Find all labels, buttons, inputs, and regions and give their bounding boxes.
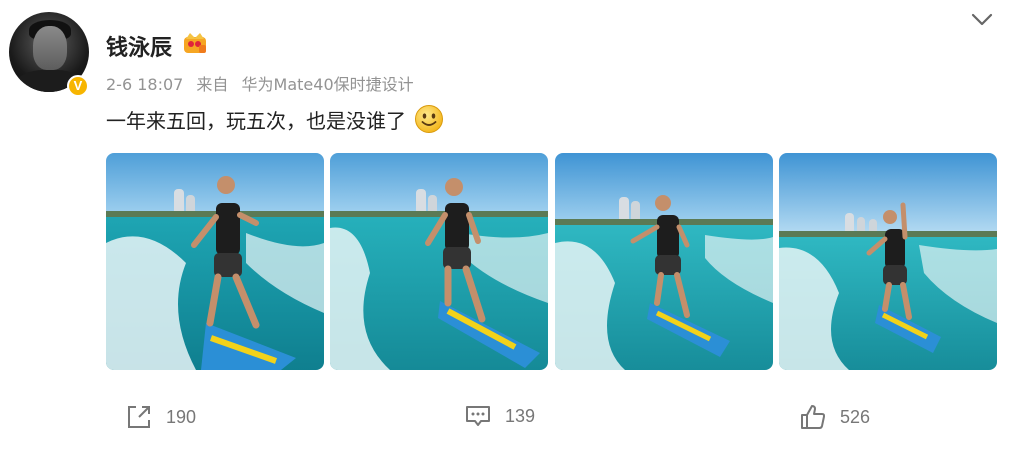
repost-button[interactable]: 190 [126, 404, 196, 430]
post-meta: 2-6 18:07 来自 华为Mate40保时捷设计 [106, 71, 422, 95]
like-count: 526 [840, 406, 871, 427]
thumbs-up-icon [801, 405, 826, 429]
vip-crown-icon [184, 33, 206, 53]
photo-3[interactable] [555, 153, 773, 370]
chevron-down-icon[interactable] [970, 12, 994, 28]
surfer-photo-image [779, 153, 997, 370]
photo-2[interactable] [330, 153, 548, 370]
comment-button[interactable]: 139 [465, 404, 535, 428]
post-source[interactable]: 华为Mate40保时捷设计 [242, 75, 414, 94]
repost-count: 190 [166, 406, 197, 427]
post-time[interactable]: 2-6 18:07 [106, 75, 183, 94]
source-prefix: 来自 [196, 75, 229, 94]
surfer-photo-image [330, 153, 548, 370]
surfer-photo-image [106, 153, 324, 370]
comment-icon [466, 406, 490, 426]
like-button[interactable]: 526 [800, 404, 870, 430]
photo-4[interactable] [779, 153, 997, 370]
post-text-container: 一年来五回，玩五次，也是没谁了 [106, 104, 444, 134]
smile-emoji-icon [415, 105, 444, 133]
verified-badge: V [67, 75, 89, 97]
surfer-photo-image [555, 153, 773, 370]
photo-1[interactable] [106, 153, 324, 370]
post-text: 一年来五回，玩五次，也是没谁了 [106, 109, 406, 133]
avatar-face [33, 26, 67, 70]
author-name[interactable]: 钱泳辰 [106, 30, 172, 62]
share-icon [128, 406, 150, 428]
comment-count: 139 [505, 405, 536, 426]
